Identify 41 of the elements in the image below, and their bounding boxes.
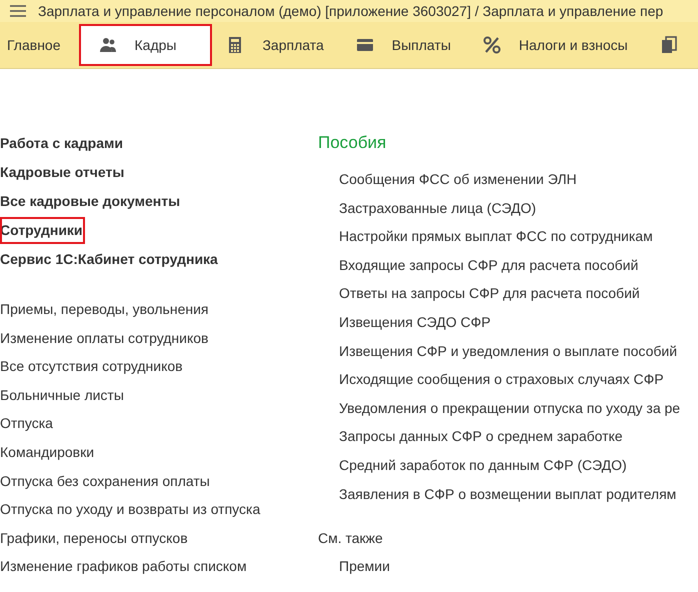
section-tab[interactable]: Главное bbox=[0, 25, 78, 65]
benefit-link[interactable]: Застрахованные лица (СЭДО) bbox=[339, 194, 536, 222]
section-link[interactable]: Сотрудники bbox=[0, 217, 85, 244]
section-link[interactable]: Все кадровые документы bbox=[0, 187, 180, 216]
menu-icon[interactable] bbox=[10, 5, 26, 17]
people-icon bbox=[98, 36, 116, 54]
section-tab[interactable]: Налоги и взносы bbox=[468, 25, 646, 65]
document-link[interactable]: Изменение оплаты сотрудников bbox=[0, 324, 208, 352]
benefit-link[interactable]: Средний заработок по данным СФР (СЭДО) bbox=[339, 450, 627, 480]
documents-icon bbox=[660, 36, 678, 54]
section-link[interactable]: Кадровые отчеты bbox=[0, 158, 124, 187]
benefit-link[interactable]: Настройки прямых выплат ФСС по сотрудникам bbox=[339, 222, 653, 251]
benefit-link[interactable]: Извещения СФР и уведомления о выплате пособий bbox=[339, 336, 678, 366]
document-link[interactable]: Все отсутствия сотрудников bbox=[0, 352, 183, 381]
document-link[interactable]: Отпуска без сохранения оплаты bbox=[0, 466, 210, 496]
benefit-link[interactable]: Исходящие сообщения о страховых случаях СФР bbox=[339, 365, 664, 394]
benefit-link[interactable]: Извещения СЭДО СФР bbox=[339, 308, 491, 337]
percent-icon bbox=[482, 36, 501, 54]
related-link[interactable]: Премии bbox=[339, 552, 390, 581]
document-link[interactable]: Отпуска по уходу и возвраты из отпуска bbox=[0, 495, 260, 524]
section-tab[interactable]: Выплаты bbox=[342, 25, 469, 65]
section-tab[interactable]: Кадры bbox=[78, 24, 212, 66]
window-title: Зарплата и управление персоналом (демо) [приложение 3603027] / Зарплата и управление пер bbox=[38, 3, 664, 19]
section-link[interactable]: Сервис 1С:Кабинет сотрудника bbox=[0, 245, 218, 274]
benefit-link[interactable]: Уведомления о прекращении отпуска по уходу за ре bbox=[339, 394, 680, 422]
benefit-link[interactable]: Сообщения ФСС об изменении ЭЛН bbox=[339, 165, 577, 194]
card-icon bbox=[356, 36, 374, 54]
document-link[interactable]: Больничные листы bbox=[0, 380, 124, 410]
benefit-link[interactable]: Ответы на запросы СФР для расчета пособий bbox=[339, 279, 640, 308]
group-heading: Пособия bbox=[318, 132, 386, 154]
document-link[interactable]: Изменение графиков работы списком bbox=[0, 552, 247, 581]
group-heading: См. также bbox=[318, 529, 383, 548]
document-link[interactable]: Командировки bbox=[0, 438, 94, 467]
document-link[interactable]: Графики, переносы отпусков bbox=[0, 524, 188, 552]
section-tab[interactable]: Зарплата bbox=[212, 25, 342, 65]
benefit-link[interactable]: Запросы данных СФР о среднем заработке bbox=[339, 422, 623, 451]
document-link[interactable]: Приемы, переводы, увольнения bbox=[0, 295, 209, 324]
section-link[interactable]: Работа с кадрами bbox=[0, 129, 123, 158]
benefit-link[interactable]: Входящие запросы СФР для расчета пособий bbox=[339, 250, 638, 280]
benefit-link[interactable]: Заявления в СФР о возмещении выплат родителям bbox=[339, 480, 676, 508]
document-link[interactable]: Отпуска bbox=[0, 409, 53, 438]
